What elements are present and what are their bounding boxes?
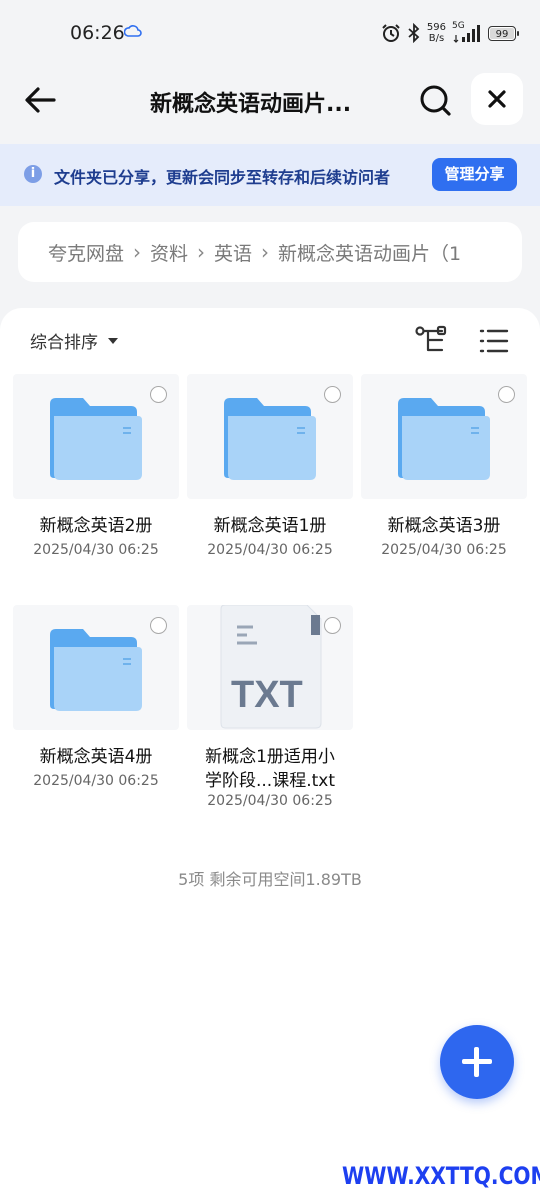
close-icon bbox=[488, 90, 506, 108]
status-time: 06:26 bbox=[70, 22, 125, 44]
status-bar: 06:26 596 B/s 5G 99 bbox=[0, 0, 540, 64]
file-name: 新概念英语2册 bbox=[39, 516, 153, 536]
info-icon: i bbox=[24, 165, 42, 183]
chevron-right-icon: › bbox=[133, 240, 142, 264]
folder-icon bbox=[398, 398, 490, 480]
battery-level: 99 bbox=[495, 28, 509, 40]
battery-indicator: 99 bbox=[488, 25, 519, 41]
watermark: WWW.XXTTQ.COM bbox=[342, 1162, 540, 1190]
select-checkbox[interactable] bbox=[150, 617, 167, 634]
signal-indicator: 5G bbox=[452, 21, 482, 43]
breadcrumb-item-root[interactable]: 夸克网盘 bbox=[48, 239, 124, 266]
network-speed-unit: B/s bbox=[428, 33, 445, 44]
folder-thumbnail bbox=[13, 374, 179, 499]
select-checkbox[interactable] bbox=[324, 386, 341, 403]
cloud-sync-icon bbox=[124, 25, 142, 37]
txt-document-icon: TXT bbox=[220, 605, 322, 729]
file-type-label: TXT bbox=[231, 674, 303, 716]
list-icon bbox=[479, 329, 509, 353]
folder-icon bbox=[50, 629, 142, 711]
folder-icon bbox=[224, 398, 316, 480]
top-app-bar: 新概念英语动画片... bbox=[0, 66, 540, 136]
file-name: 新概念英语3册 bbox=[387, 516, 501, 536]
folder-thumbnail bbox=[13, 605, 179, 730]
tree-view-button[interactable] bbox=[414, 324, 448, 356]
search-icon bbox=[420, 85, 451, 116]
back-button[interactable] bbox=[18, 80, 62, 120]
file-name: 新概念英语1册 bbox=[213, 516, 327, 536]
bluetooth-icon bbox=[408, 23, 420, 43]
file-thumbnail: TXT bbox=[187, 605, 353, 730]
alarm-icon bbox=[382, 24, 400, 42]
file-name-line1: 新概念1册适用小 bbox=[205, 747, 335, 767]
file-name: 新概念英语4册 bbox=[39, 747, 153, 767]
file-name-line2: 学阶段...课程.txt bbox=[204, 771, 335, 791]
select-checkbox[interactable] bbox=[498, 386, 515, 403]
caret-down-icon bbox=[108, 337, 118, 344]
file-date: 2025/04/30 06:25 bbox=[33, 542, 159, 558]
file-date: 2025/04/30 06:25 bbox=[207, 542, 333, 558]
share-banner: i 文件夹已分享，更新会同步至转存和后续访问者 管理分享 bbox=[0, 144, 540, 206]
arrow-left-icon bbox=[25, 87, 56, 113]
chevron-right-icon: › bbox=[261, 240, 270, 264]
breadcrumb-item-materials[interactable]: 资料 bbox=[150, 239, 188, 266]
folder-icon bbox=[50, 398, 142, 480]
signal-icon bbox=[453, 25, 480, 43]
breadcrumb-item-english[interactable]: 英语 bbox=[214, 239, 252, 266]
page-title: 新概念英语动画片... bbox=[150, 92, 352, 117]
add-button[interactable] bbox=[440, 1025, 514, 1099]
file-date: 2025/04/30 06:25 bbox=[207, 793, 333, 809]
network-speed: 596 B/s bbox=[427, 22, 446, 44]
network-speed-value: 596 bbox=[426, 22, 446, 33]
search-button[interactable] bbox=[412, 80, 458, 122]
breadcrumb-item-current[interactable]: 新概念英语动画片（1 bbox=[278, 239, 461, 266]
file-date: 2025/04/30 06:25 bbox=[33, 773, 159, 789]
file-date: 2025/04/30 06:25 bbox=[381, 542, 507, 558]
file-name: 新概念1册适用小 学阶段...课程.txt bbox=[187, 745, 353, 793]
breadcrumb: 夸克网盘 › 资料 › 英语 › 新概念英语动画片（1 bbox=[18, 222, 522, 282]
status-indicators: 596 B/s 5G 99 bbox=[381, 20, 519, 46]
manage-share-button[interactable]: 管理分享 bbox=[432, 158, 517, 191]
share-banner-text: 文件夹已分享，更新会同步至转存和后续访问者 bbox=[54, 168, 391, 187]
folder-thumbnail bbox=[187, 374, 353, 499]
select-checkbox[interactable] bbox=[324, 617, 341, 634]
close-button[interactable] bbox=[471, 73, 523, 125]
select-checkbox[interactable] bbox=[150, 386, 167, 403]
list-view-button[interactable] bbox=[478, 326, 510, 356]
storage-summary: 5项 剩余可用空间1.89TB bbox=[178, 870, 362, 889]
tree-structure-icon bbox=[415, 325, 447, 352]
chevron-right-icon: › bbox=[197, 240, 206, 264]
sort-dropdown[interactable]: 综合排序 bbox=[30, 328, 118, 353]
folder-thumbnail bbox=[361, 374, 527, 499]
sort-label: 综合排序 bbox=[30, 333, 98, 353]
